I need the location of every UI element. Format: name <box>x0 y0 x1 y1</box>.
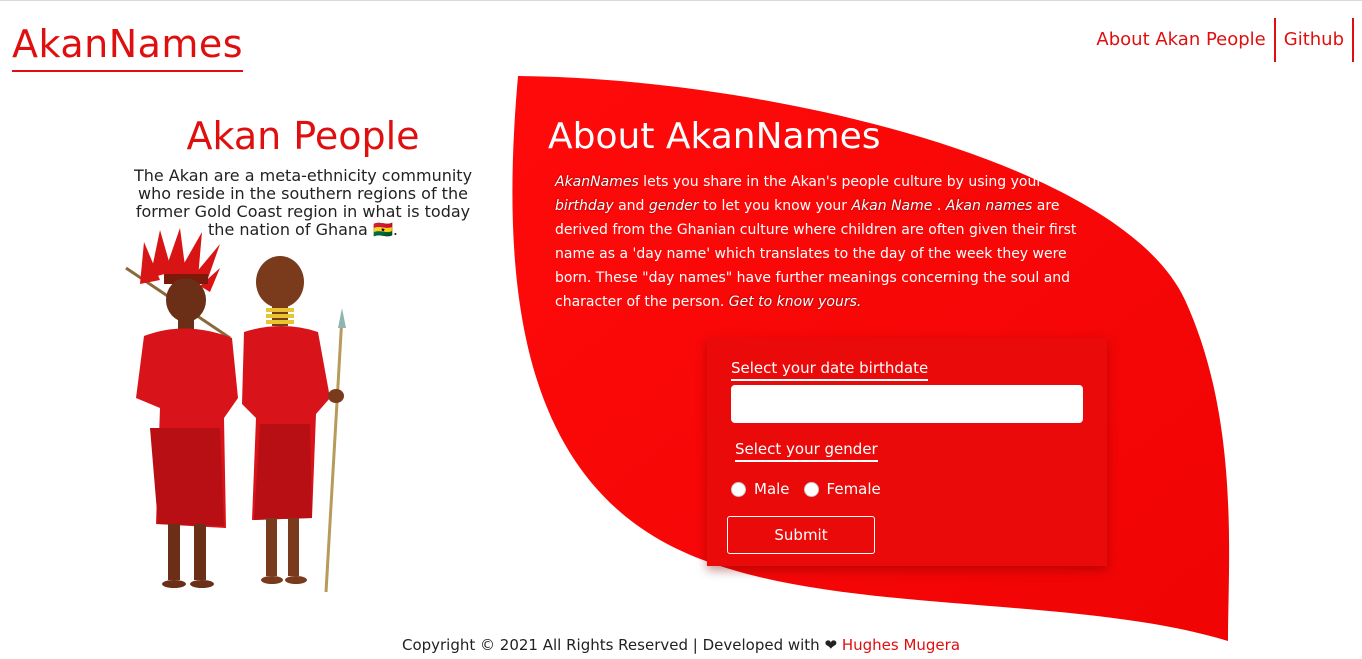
birthdate-input[interactable] <box>731 385 1083 423</box>
gender-label: Select your gender <box>735 439 878 462</box>
akan-people-illustration <box>125 228 346 593</box>
about-text-segment: . <box>932 198 946 214</box>
gender-options: Male Female <box>731 480 895 498</box>
about-text-segment: to let you know your <box>698 198 852 214</box>
footer-copyright: Copyright © 2021 All Rights Reserved | D… <box>401 636 820 654</box>
about-description: AkanNames lets you share in the Akan's p… <box>555 170 1095 314</box>
akan-people-title: Akan People <box>186 114 420 158</box>
about-em-birthday: birthday <box>555 198 614 214</box>
footer: Copyright © 2021 All Rights Reserved | D… <box>0 634 1362 656</box>
heart-icon: ❤ <box>824 636 838 654</box>
about-text-segment: and <box>613 198 649 214</box>
about-em-akan-name: Akan Name <box>851 198 933 214</box>
submit-button[interactable]: Submit <box>727 516 875 554</box>
gender-female-label[interactable]: Female <box>827 480 881 498</box>
gender-male-radio[interactable] <box>731 481 746 497</box>
gender-female-radio[interactable] <box>803 481 819 497</box>
gender-male-label[interactable]: Male <box>754 480 790 498</box>
footer-author-link[interactable]: Hughes Mugera <box>842 636 960 654</box>
about-em-get-to-know: Get to know yours. <box>728 294 862 310</box>
about-em-akan-names: Akan names <box>945 198 1033 214</box>
about-text-segment: lets you share in the Akan's people cult… <box>638 174 1043 190</box>
about-em-gender: gender <box>648 198 699 214</box>
date-label: Select your date birthdate <box>731 358 929 381</box>
about-em-akannames: AkanNames <box>555 174 639 190</box>
akan-name-form: Select your date birthdate Select your g… <box>707 338 1107 566</box>
about-akannames-title: About AkanNames <box>548 116 881 157</box>
